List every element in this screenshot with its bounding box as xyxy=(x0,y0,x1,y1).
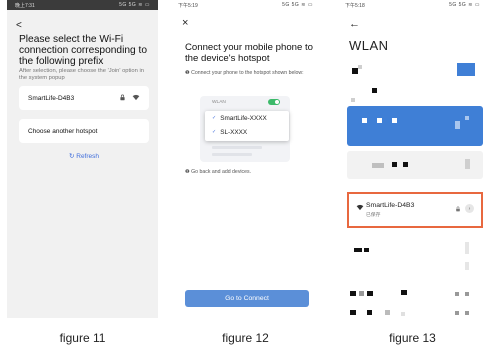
redacted-row[interactable] xyxy=(347,151,483,179)
redacted-block xyxy=(465,242,469,254)
status-time: 下午5:18 xyxy=(345,2,365,9)
redacted-block xyxy=(372,163,384,168)
redacted-block xyxy=(401,312,405,316)
status-icons: 5G 5G ≋ ▭ xyxy=(119,2,150,8)
lock-icon xyxy=(119,94,126,103)
wifi-network-item-highlighted[interactable]: SmartLife-D4B3 已保存 › xyxy=(347,192,483,228)
check-icon: ✓ xyxy=(212,115,217,121)
redacted-block xyxy=(367,291,373,296)
back-icon[interactable]: < xyxy=(16,20,22,31)
redacted-block xyxy=(465,159,470,169)
status-bar: 晚上7:31 5G 5G ≋ ▭ xyxy=(7,0,158,10)
hotspot-name: SmartLife-D4B3 xyxy=(28,94,75,102)
redacted-block xyxy=(465,311,469,315)
redacted-block xyxy=(350,310,356,315)
refresh-label: Refresh xyxy=(76,153,100,160)
page-title: Please select the Wi-Fi connection corre… xyxy=(19,34,147,67)
step-two-hint: ❷ Go back and add devices. xyxy=(185,169,252,175)
status-time: 下午5:19 xyxy=(178,2,198,9)
phone-screen-connect-hotspot: 下午5:19 5G 5G ≋ ▭ × Connect your mobile p… xyxy=(170,0,321,318)
network-list-popup: ✓ SmartLife-XXXX ✓ SL-XXXX xyxy=(205,111,289,141)
page-subtitle: After selection, please choose the 'Join… xyxy=(19,68,144,81)
redacted-block xyxy=(377,118,382,123)
back-arrow-icon[interactable]: ← xyxy=(349,18,360,30)
wifi-icon xyxy=(132,94,140,103)
close-icon[interactable]: × xyxy=(182,17,188,29)
status-icons: 5G 5G ≋ ▭ xyxy=(282,2,313,8)
redacted-block xyxy=(367,310,372,315)
refresh-button[interactable]: ↻ Refresh xyxy=(19,152,149,160)
wlan-toggle xyxy=(268,99,280,105)
placeholder-line xyxy=(212,153,252,156)
network-item: ✓ SL-XXXX xyxy=(205,125,289,139)
redacted-row[interactable] xyxy=(347,106,483,146)
chevron-right-icon[interactable]: › xyxy=(465,204,474,213)
redacted-block xyxy=(350,291,356,296)
redacted-block xyxy=(372,88,377,93)
step-one-hint: ❶ Connect your phone to the hotspot show… xyxy=(185,70,304,76)
redacted-block xyxy=(358,65,362,69)
redacted-block xyxy=(401,290,407,295)
figure-caption-12: figure 12 xyxy=(222,331,269,345)
redacted-block xyxy=(465,262,469,270)
go-to-connect-button[interactable]: Go to Connect xyxy=(185,290,309,307)
lock-icon xyxy=(455,206,461,214)
redacted-block xyxy=(403,162,408,167)
redacted-block xyxy=(455,292,459,296)
hotspot-item[interactable]: SmartLife-D4B3 xyxy=(19,86,149,110)
page-title: Connect your mobile phone to the device'… xyxy=(185,42,313,64)
redacted-block xyxy=(455,311,459,315)
choose-another-hotspot-button[interactable]: Choose another hotspot xyxy=(19,119,149,143)
redacted-block xyxy=(354,248,362,252)
network-name: SmartLife-D4B3 xyxy=(366,202,415,209)
network-item: ✓ SmartLife-XXXX xyxy=(205,111,289,125)
redacted-block xyxy=(392,118,397,123)
redacted-block xyxy=(364,248,369,252)
status-time: 晚上7:31 xyxy=(15,2,35,9)
wifi-icon xyxy=(356,204,364,213)
redacted-block xyxy=(359,291,364,296)
phone-screen-wlan-settings: 下午5:18 5G 5G ≋ ▭ ← WLAN SmartLife-D4B3 已… xyxy=(337,0,487,318)
network-name: SmartLife-XXXX xyxy=(220,114,267,122)
redacted-block xyxy=(455,121,460,129)
placeholder-line xyxy=(212,146,262,149)
redacted-block xyxy=(465,116,469,120)
network-status: 已保存 xyxy=(366,213,381,218)
figure-caption-13: figure 13 xyxy=(389,331,436,345)
redacted-block xyxy=(465,292,469,296)
network-name: SL-XXXX xyxy=(220,128,248,136)
wlan-label: WLAN xyxy=(212,100,226,105)
redacted-block xyxy=(362,118,367,123)
status-bar: 下午5:19 5G 5G ≋ ▭ xyxy=(170,0,321,10)
page-title: WLAN xyxy=(349,38,389,53)
status-bar: 下午5:18 5G 5G ≋ ▭ xyxy=(337,0,487,10)
phone-screen-hotspot-select: 晚上7:31 5G 5G ≋ ▭ < Please select the Wi-… xyxy=(7,0,158,318)
redacted-block xyxy=(392,162,397,167)
redacted-block xyxy=(385,310,390,315)
redacted-block xyxy=(351,98,355,102)
status-icons: 5G 5G ≋ ▭ xyxy=(449,2,480,8)
check-icon: ✓ xyxy=(212,129,217,135)
figure-caption-11: figure 11 xyxy=(59,331,106,345)
redacted-block xyxy=(457,63,475,76)
choose-another-label: Choose another hotspot xyxy=(28,127,98,135)
